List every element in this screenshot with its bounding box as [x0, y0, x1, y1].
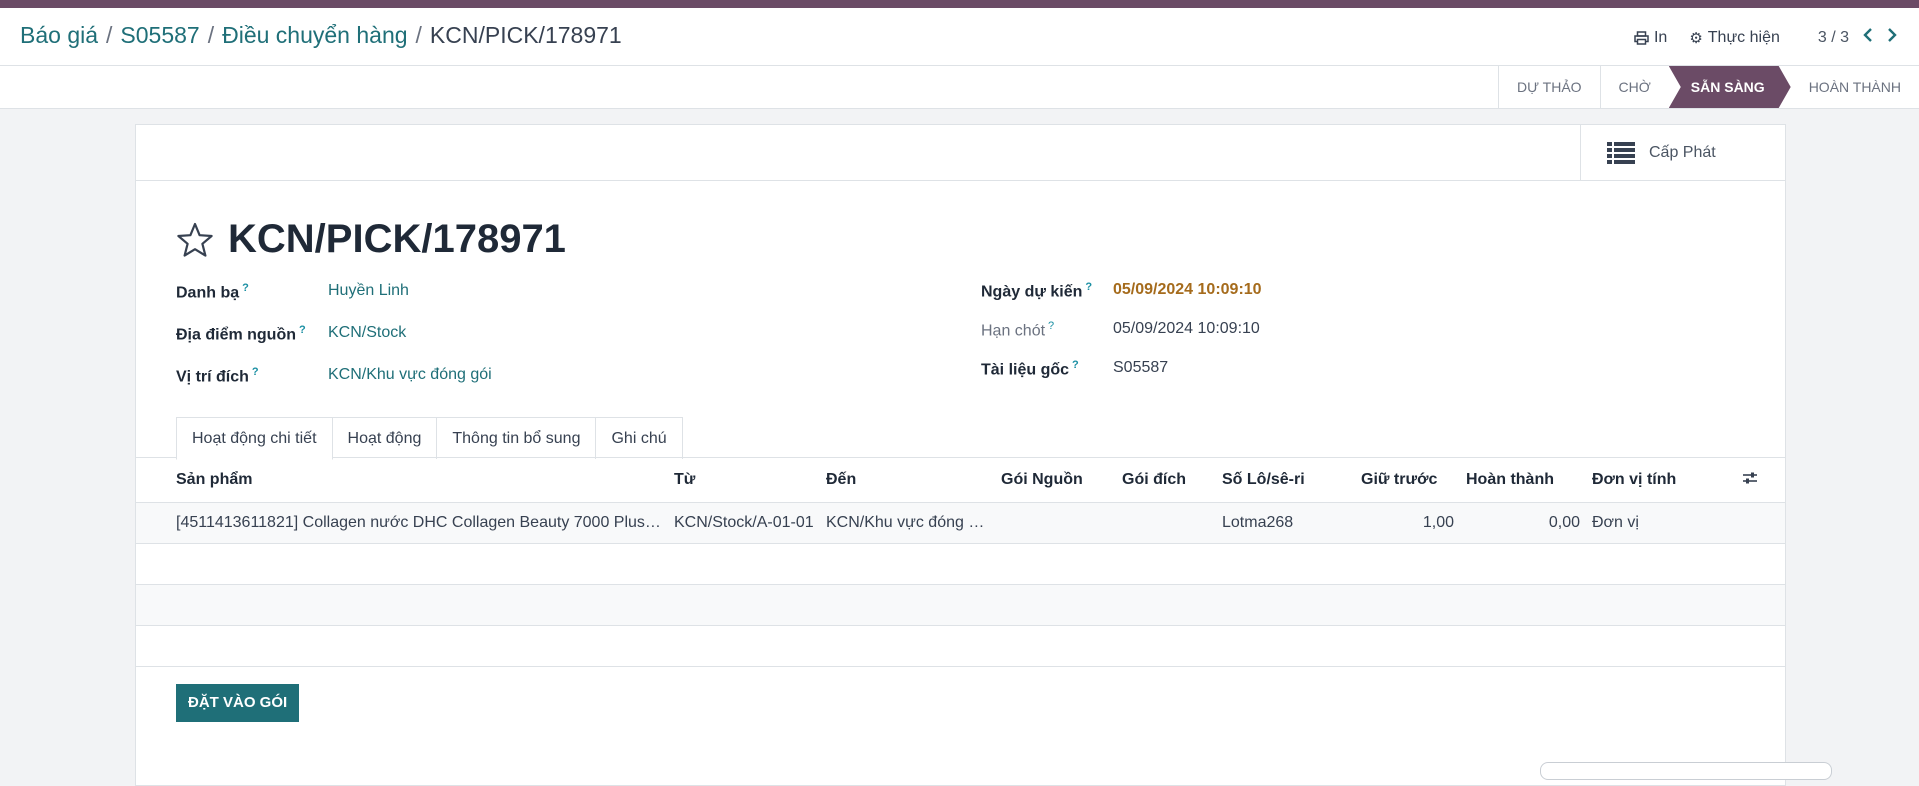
help-icon[interactable]: ? — [1085, 281, 1092, 293]
breadcrumb-separator: / — [207, 22, 215, 48]
origin-field: Tài liệu gốc? S05587 — [981, 359, 1262, 398]
dest-location-value[interactable]: KCN/Khu vực đóng gói — [328, 366, 492, 384]
put-in-pack-button[interactable]: ĐẶT VÀO GÓI — [176, 684, 300, 722]
table-header-row: Sản phẩm Từ Đến Gói Nguồn Gói đích Số Lô… — [136, 458, 1785, 503]
cell-from[interactable]: KCN/Stock/A-01-01 — [668, 502, 820, 544]
breadcrumb-transfers[interactable]: Điều chuyển hàng — [222, 22, 407, 48]
breadcrumb: Báo giá / S05587 / Điều chuyển hàng / KCN/PICK… — [20, 22, 622, 49]
column-header-done[interactable]: Hoàn thành — [1460, 458, 1586, 503]
help-icon[interactable]: ? — [299, 324, 306, 336]
control-panel: Báo giá / S05587 / Điều chuyển hàng / KCN/PICK… — [0, 8, 1919, 66]
scheduled-date-value[interactable]: 05/09/2024 10:09:10 — [1113, 281, 1262, 299]
help-icon[interactable]: ? — [1048, 320, 1054, 332]
form-sheet: Cấp Phát KCN/PICK/178971 Danh bạ? Huyền … — [135, 124, 1786, 786]
notebook-tabs: Hoạt động chi tiết Hoạt động Thông tin b… — [176, 417, 683, 460]
status-bar: DỰ THẢO CHỜ SẴN SÀNG HOÀN THÀNH — [0, 66, 1919, 109]
print-label: In — [1653, 28, 1668, 46]
column-header-product[interactable]: Sản phẩm — [136, 458, 668, 503]
stage-waiting[interactable]: CHỜ — [1599, 66, 1669, 108]
empty-row — [136, 584, 1785, 626]
cell-reserved[interactable]: 1,00 — [1355, 502, 1460, 544]
button-box: Cấp Phát — [136, 125, 1785, 181]
print-button[interactable]: In — [1634, 29, 1667, 47]
cell-lot[interactable]: Lotma268 — [1216, 502, 1355, 544]
partner-value[interactable]: Huyền Linh — [328, 282, 409, 300]
help-icon[interactable]: ? — [252, 366, 259, 378]
table-row[interactable]: [4511413611821] Collagen nước DHC Collag… — [136, 502, 1785, 544]
star-icon[interactable] — [176, 222, 214, 258]
column-header-dest-package[interactable]: Gói đích — [1116, 458, 1216, 503]
column-header-reserved[interactable]: Giữ trước — [1355, 458, 1460, 503]
right-fields: Ngày dự kiến? 05/09/2024 10:09:10 Hạn ch… — [981, 281, 1262, 398]
empty-row — [136, 625, 1785, 667]
deadline-field: Hạn chót? 05/09/2024 10:09:10 — [981, 320, 1262, 359]
tab-additional-info[interactable]: Thông tin bổ sung — [436, 417, 597, 459]
breadcrumb-separator: / — [106, 22, 113, 48]
tab-detailed-operations[interactable]: Hoạt động chi tiết — [176, 417, 333, 460]
scheduled-date-label: Ngày dự kiến? — [981, 281, 1093, 301]
cell-product[interactable]: [4511413611821] Collagen nước DHC Collag… — [136, 502, 668, 544]
action-label: Thực hiện — [1707, 28, 1780, 46]
printer-icon — [1634, 30, 1649, 45]
scheduled-date-field: Ngày dự kiến? 05/09/2024 10:09:10 — [981, 281, 1262, 320]
tab-operations[interactable]: Hoạt động — [331, 417, 438, 459]
header-actions: In ⚙ Thực hiện 3 / 3 — [1612, 28, 1897, 47]
cell-spacer — [1715, 502, 1785, 544]
action-menu-button[interactable]: ⚙ Thực hiện — [1689, 29, 1780, 47]
gear-icon: ⚙ — [1689, 29, 1703, 47]
stage-done[interactable]: HOÀN THÀNH — [1791, 66, 1919, 108]
breadcrumb-quotation[interactable]: Báo giá — [20, 22, 98, 48]
move-lines-table: Sản phẩm Từ Đến Gói Nguồn Gói đích Số Lô… — [136, 458, 1785, 667]
record-name: KCN/PICK/178971 — [228, 217, 566, 261]
breadcrumb-sale-order[interactable]: S05587 — [120, 22, 199, 48]
dest-location-label: Vị trí đích? — [176, 366, 259, 386]
breadcrumb-current: KCN/PICK/178971 — [429, 22, 622, 48]
column-header-source-package[interactable]: Gói Nguồn — [995, 458, 1116, 503]
chevron-right-icon — [1888, 28, 1897, 42]
column-header-from[interactable]: Từ — [668, 458, 820, 503]
deadline-label: Hạn chót? — [981, 320, 1055, 340]
stage-draft[interactable]: DỰ THẢO — [1497, 66, 1600, 108]
column-header-uom[interactable]: Đơn vị tính — [1586, 458, 1715, 503]
breadcrumb-separator: / — [415, 22, 422, 48]
deadline-value: 05/09/2024 10:09:10 — [1113, 320, 1260, 337]
optional-columns-toggle[interactable] — [1715, 458, 1785, 503]
cell-done[interactable]: 0,00 — [1460, 502, 1586, 544]
source-location-field: Địa điểm nguồn? KCN/Stock — [176, 324, 492, 366]
help-icon[interactable]: ? — [242, 282, 249, 294]
partner-label: Danh bạ? — [176, 282, 249, 302]
cell-to[interactable]: KCN/Khu vực đóng gói — [820, 502, 995, 544]
allocation-smart-button[interactable]: Cấp Phát — [1580, 125, 1785, 180]
chevron-left-icon — [1863, 28, 1872, 42]
top-brand-bar — [0, 0, 1919, 8]
partner-field: Danh bạ? Huyền Linh — [176, 282, 492, 324]
empty-row — [136, 543, 1785, 585]
cell-source-package[interactable] — [995, 502, 1116, 544]
stage-ready[interactable]: SẴN SÀNG — [1669, 66, 1791, 108]
origin-label: Tài liệu gốc? — [981, 359, 1079, 379]
record-title: KCN/PICK/178971 — [176, 217, 566, 262]
list-icon — [1607, 141, 1635, 164]
cell-dest-package[interactable] — [1116, 502, 1216, 544]
allocation-label: Cấp Phát — [1649, 143, 1716, 161]
chat-window-edge[interactable] — [1540, 762, 1832, 780]
column-header-lot[interactable]: Số Lô/sê-ri — [1216, 458, 1355, 503]
stage-pipeline: DỰ THẢO CHỜ SẴN SÀNG HOÀN THÀNH — [1497, 66, 1919, 108]
pager-previous-button[interactable] — [1863, 28, 1873, 47]
dest-location-field: Vị trí đích? KCN/Khu vực đóng gói — [176, 366, 492, 408]
sliders-icon — [1743, 472, 1757, 483]
origin-value[interactable]: S05587 — [1113, 359, 1168, 377]
source-location-value[interactable]: KCN/Stock — [328, 324, 406, 342]
cell-uom[interactable]: Đơn vị — [1586, 502, 1715, 544]
pager-next-button[interactable] — [1887, 28, 1897, 47]
help-icon[interactable]: ? — [1072, 359, 1079, 371]
column-header-to[interactable]: Đến — [820, 458, 995, 503]
left-fields: Danh bạ? Huyền Linh Địa điểm nguồn? KCN/… — [176, 282, 492, 408]
pager-value[interactable]: 3 / 3 — [1818, 29, 1849, 47]
tab-note[interactable]: Ghi chú — [595, 417, 683, 459]
source-location-label: Địa điểm nguồn? — [176, 324, 306, 344]
